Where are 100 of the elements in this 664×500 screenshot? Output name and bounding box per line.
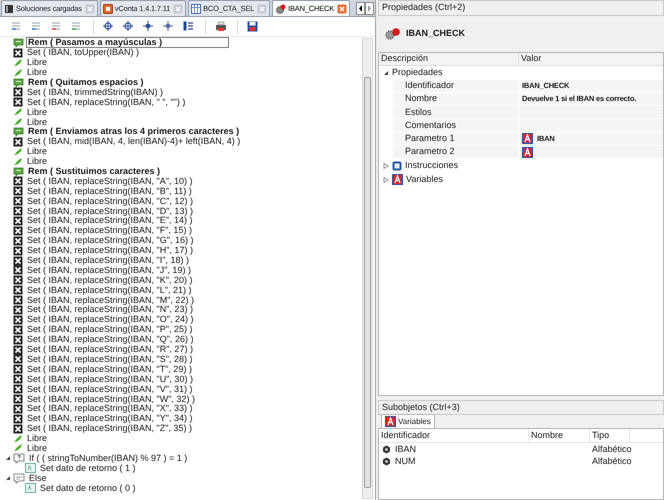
- printer-icon[interactable]: [215, 21, 226, 32]
- group-label[interactable]: Propiedades: [392, 66, 443, 80]
- code-line[interactable]: Set ( IBAN, replaceString(IBAN, "L", 21) ): [26, 286, 192, 295]
- node-icon[interactable]: [143, 21, 154, 32]
- code-line[interactable]: Set ( IBAN, replaceString(IBAN, "R", 27) ): [26, 345, 194, 354]
- code-line[interactable]: Libre: [26, 444, 48, 453]
- crosshair-icon[interactable]: [123, 21, 134, 32]
- code-line[interactable]: Libre: [26, 68, 48, 78]
- code-line[interactable]: Libre: [26, 157, 48, 166]
- code-line[interactable]: Libre: [26, 147, 48, 156]
- code-line[interactable]: Set ( IBAN, replaceString(IBAN, "A", 10) ): [26, 176, 194, 186]
- tab[interactable]: Variables: [381, 414, 435, 428]
- variable-x-icon: [13, 414, 23, 424]
- code-line[interactable]: Set ( IBAN, replaceString(IBAN, "X", 33) ): [26, 404, 194, 414]
- column-header[interactable]: Descripción: [379, 53, 519, 65]
- variable-x-icon: [13, 344, 23, 355]
- leaf-icon: [13, 68, 23, 78]
- variable-x-icon: [13, 87, 23, 98]
- code-line[interactable]: Set ( IBAN, replaceString(IBAN, "N", 23) ): [26, 305, 194, 314]
- comment-icon: [13, 126, 24, 137]
- group-label[interactable]: Variables: [406, 172, 443, 186]
- leaf-icon: [13, 117, 23, 128]
- variable-x-icon: [13, 364, 23, 374]
- bubble-icon: [13, 472, 25, 484]
- code-line[interactable]: Set ( IBAN, replaceString(IBAN, "J", 19) ): [26, 266, 192, 275]
- indent-lines-icon[interactable]: [11, 21, 22, 32]
- code-line[interactable]: Libre: [26, 108, 48, 117]
- code-line[interactable]: Set ( IBAN, replaceString(IBAN, "H", 17) ): [26, 246, 194, 256]
- code-line[interactable]: Set ( IBAN, replaceString(IBAN, "F", 15) ): [26, 226, 193, 236]
- comment-lines-icon[interactable]: [71, 21, 82, 32]
- expand-arrow-icon[interactable]: [5, 455, 11, 462]
- property-name: Parametro 2: [405, 145, 455, 158]
- outdent-lines-icon[interactable]: [31, 21, 42, 32]
- leaf-icon: [13, 443, 23, 454]
- code-line[interactable]: Set ( IBAN, replaceString(IBAN, "V", 31) ): [26, 384, 194, 394]
- leaf-icon: [13, 146, 23, 157]
- code-line[interactable]: Set ( IBAN, replaceString(IBAN, "Y", 34) ): [26, 414, 194, 424]
- code-line[interactable]: Set dato de retorno ( 1 ): [39, 464, 137, 473]
- code-line[interactable]: Else: [28, 474, 48, 483]
- group-label[interactable]: Instrucciones: [405, 159, 458, 173]
- code-line[interactable]: Set ( IBAN, replaceString(IBAN, "C", 12) ): [26, 196, 194, 206]
- node-icon[interactable]: [163, 21, 174, 32]
- variable-x-icon: [13, 374, 23, 384]
- list-icon[interactable]: [183, 21, 194, 32]
- variable-x-icon: [13, 275, 23, 286]
- code-line[interactable]: Set dato de retorno ( 0 ): [39, 484, 137, 493]
- code-line[interactable]: Set ( IBAN, replaceString(IBAN, "B", 11) ): [26, 186, 193, 196]
- code-line[interactable]: Set ( IBAN, replaceString(IBAN, "Z", 35) ): [26, 424, 193, 434]
- variable-x-icon: [13, 48, 23, 58]
- code-line[interactable]: Set ( IBAN, replaceString(IBAN, " ", "") ): [26, 98, 186, 107]
- variable-x-icon: [13, 424, 23, 434]
- code-line[interactable]: Libre: [26, 118, 48, 127]
- variable-x-icon: [13, 295, 23, 306]
- column-header[interactable]: Tipo: [590, 429, 630, 442]
- close-icon[interactable]: [337, 4, 348, 14]
- code-line[interactable]: Set ( IBAN, replaceString(IBAN, "D", 13) ): [26, 206, 194, 216]
- variable-x-icon: [13, 404, 23, 414]
- property-name: Identificador: [405, 78, 454, 92]
- code-line[interactable]: Set ( IBAN, replaceString(IBAN, "G", 16) ): [26, 236, 194, 246]
- variable-x-icon: [13, 314, 23, 325]
- code-line[interactable]: Libre: [26, 434, 48, 444]
- code-line[interactable]: Set ( IBAN, replaceString(IBAN, "W", 32) ): [26, 394, 196, 404]
- code-line[interactable]: Libre: [26, 58, 48, 68]
- code-line[interactable]: Set ( IBAN, toUpper(IBAN) ): [26, 48, 140, 58]
- code-line[interactable]: Set ( IBAN, trimmedString(IBAN) ): [26, 88, 164, 97]
- code-line[interactable]: Set ( IBAN, mid(IBAN, 4, len(IBAN)-4)+ left(IBAN, 4) ): [26, 137, 242, 146]
- code-line[interactable]: If ( ( stringToNumber(IBAN) % 97 ) = 1 ): [28, 454, 188, 463]
- column-header[interactable]: Identificador: [379, 429, 529, 442]
- code-line[interactable]: Set ( IBAN, replaceString(IBAN, "P", 25) ): [26, 325, 194, 334]
- remove-line-icon[interactable]: [51, 21, 62, 32]
- expand-arrow-icon[interactable]: [5, 475, 11, 482]
- variable-x-icon: [13, 226, 23, 236]
- code-line[interactable]: Rem ( Pasamos a mayúsculas ): [27, 38, 228, 48]
- code-line[interactable]: Set ( IBAN, replaceString(IBAN, "E", 14) ): [26, 216, 194, 226]
- variable-x-icon: [13, 334, 23, 345]
- code-line[interactable]: Set ( IBAN, replaceString(IBAN, "U", 30) ): [26, 374, 194, 384]
- column-header[interactable]: Valor: [519, 53, 663, 65]
- save-icon[interactable]: [247, 21, 258, 32]
- code-line[interactable]: Set ( IBAN, replaceString(IBAN, "M", 22) ): [26, 296, 195, 305]
- leaf-icon: [13, 156, 23, 167]
- code-line[interactable]: Set ( IBAN, replaceString(IBAN, "I", 18) ): [26, 256, 190, 266]
- code-line[interactable]: Rem ( Quitamos espacios ): [27, 78, 145, 87]
- code-line[interactable]: Set ( IBAN, replaceString(IBAN, "O", 24) ): [26, 315, 194, 324]
- column-header[interactable]: Nombre: [529, 429, 590, 442]
- code-line[interactable]: Rem ( Enviamos atras los 4 primeros caracteres ): [27, 127, 240, 136]
- code-line[interactable]: Set ( IBAN, replaceString(IBAN, "T", 29) ): [26, 364, 193, 374]
- table-cell-text: IBAN: [395, 442, 416, 456]
- code-line[interactable]: Rem ( Sustituimos caracteres ): [27, 167, 162, 176]
- scrollbar[interactable]: [362, 38, 373, 499]
- code-line[interactable]: Set ( IBAN, replaceString(IBAN, "Q", 26) ): [26, 335, 194, 344]
- scroll-left-icon[interactable]: [356, 2, 365, 15]
- variable-x-icon: [13, 285, 23, 296]
- code-line[interactable]: Set ( IBAN, replaceString(IBAN, "S", 28) ): [26, 354, 194, 364]
- code-line[interactable]: Set ( IBAN, replaceString(IBAN, "K", 20) ): [26, 276, 194, 285]
- square-icon: [392, 161, 402, 172]
- variable-x-icon: [13, 394, 23, 404]
- expand-arrow-icon[interactable]: [383, 70, 389, 76]
- question-bubble-icon: [13, 452, 25, 464]
- variable-x-icon: [13, 206, 23, 216]
- crosshair-icon[interactable]: [103, 21, 114, 32]
